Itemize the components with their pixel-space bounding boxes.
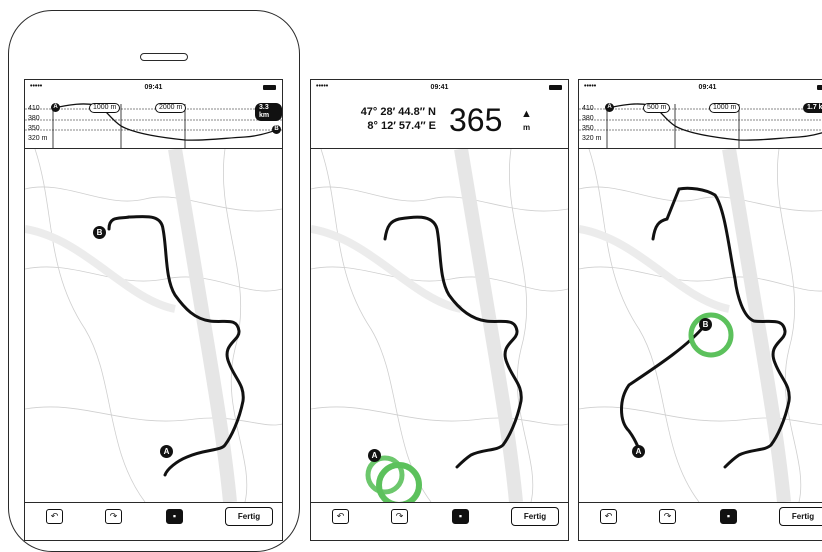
status-bar: ••••• 09:41 bbox=[311, 80, 568, 96]
map-view[interactable]: B A bbox=[25, 149, 282, 502]
done-button[interactable]: Fertig bbox=[225, 507, 273, 526]
route-start-marker[interactable]: A bbox=[160, 445, 173, 458]
status-time: 09:41 bbox=[144, 84, 163, 91]
elevation-tick: 410 bbox=[582, 105, 594, 112]
route-start-marker[interactable]: A bbox=[368, 449, 381, 462]
elevation-tick: 380 bbox=[582, 115, 594, 122]
location-header: 47° 28′ 44.8″ N 8° 12′ 57.4″ E 365 ▲ m bbox=[311, 96, 568, 149]
elevation-tick: 320 m bbox=[582, 135, 602, 142]
undo-arrow-icon[interactable]: ↶ bbox=[600, 509, 617, 524]
status-time: 09:41 bbox=[430, 84, 449, 91]
elevation-start-marker: A bbox=[605, 103, 614, 112]
undo-arrow-icon[interactable]: ↶ bbox=[46, 509, 63, 524]
redo-arrow-icon[interactable]: ↷ bbox=[391, 509, 408, 524]
redo-arrow-icon[interactable]: ↷ bbox=[105, 509, 122, 524]
speech-bubble-icon[interactable]: ▪ bbox=[166, 509, 183, 524]
battery-icon bbox=[817, 85, 822, 90]
total-distance-label: 1.7 k bbox=[803, 103, 822, 113]
bottom-toolbar: ↶ ↷ ▪ Fertig bbox=[311, 502, 568, 540]
phone-speaker bbox=[140, 53, 188, 61]
screen-route-editing: ••••• 09:41 410 380 350 320 m A 500 m 10… bbox=[578, 79, 822, 541]
total-distance-label: 3.3 km bbox=[255, 103, 282, 121]
elevation-tick: 380 bbox=[28, 115, 40, 122]
route-end-marker[interactable]: B bbox=[93, 226, 106, 239]
redo-arrow-icon[interactable]: ↷ bbox=[659, 509, 676, 524]
elevation-start-marker: A bbox=[51, 103, 60, 112]
altitude-unit: m bbox=[523, 123, 531, 132]
map-canvas bbox=[311, 149, 568, 502]
elevation-graph bbox=[579, 103, 822, 148]
undo-arrow-icon[interactable]: ↶ bbox=[332, 509, 349, 524]
speech-bubble-icon[interactable]: ▪ bbox=[452, 509, 469, 524]
route-start-marker[interactable]: A bbox=[632, 445, 645, 458]
longitude-text: 8° 12′ 57.4″ E bbox=[367, 120, 436, 132]
map-view[interactable]: A bbox=[311, 149, 568, 502]
route-end-marker[interactable]: B bbox=[699, 318, 712, 331]
status-bar: ••••• 09:41 bbox=[579, 80, 822, 96]
battery-icon bbox=[263, 85, 276, 90]
distance-label: 500 m bbox=[643, 103, 671, 113]
status-time: 09:41 bbox=[698, 84, 717, 91]
latitude-text: 47° 28′ 44.8″ N bbox=[360, 106, 436, 118]
elevation-end-marker: B bbox=[272, 125, 281, 134]
map-canvas bbox=[25, 149, 282, 502]
elevation-tick: 320 m bbox=[28, 135, 48, 142]
bottom-toolbar: ↶ ↷ ▪ Fertig bbox=[579, 502, 822, 540]
done-button[interactable]: Fertig bbox=[511, 507, 559, 526]
screen-location-info: ••••• 09:41 47° 28′ 44.8″ N 8° 12′ 57.4″… bbox=[310, 79, 569, 541]
elevation-tick: 350 bbox=[28, 125, 40, 132]
screen-route-overview: ••••• 09:41 410 380 350 320 m A B 1000 m… bbox=[24, 79, 283, 541]
distance-label: 1000 m bbox=[709, 103, 741, 113]
elevation-tick: 410 bbox=[28, 105, 40, 112]
bottom-toolbar: ↶ ↷ ▪ Fertig bbox=[25, 502, 282, 540]
distance-label: 1000 m bbox=[89, 103, 121, 113]
distance-label: 2000 m bbox=[155, 103, 187, 113]
elevation-profile[interactable]: 410 380 350 320 m A B 1000 m 2000 m 3.3 … bbox=[25, 96, 282, 149]
elevation-tick: 350 bbox=[582, 125, 594, 132]
battery-icon bbox=[549, 85, 562, 90]
mountain-icon: ▲ bbox=[521, 108, 532, 120]
speech-bubble-icon[interactable]: ▪ bbox=[720, 509, 737, 524]
map-view[interactable]: B A bbox=[579, 149, 822, 502]
status-bar: ••••• 09:41 bbox=[25, 80, 282, 96]
altitude-value: 365 bbox=[449, 102, 503, 138]
done-button[interactable]: Fertig bbox=[779, 507, 822, 526]
elevation-graph bbox=[25, 103, 282, 148]
elevation-profile[interactable]: 410 380 350 320 m A 500 m 1000 m 1.7 k bbox=[579, 96, 822, 149]
